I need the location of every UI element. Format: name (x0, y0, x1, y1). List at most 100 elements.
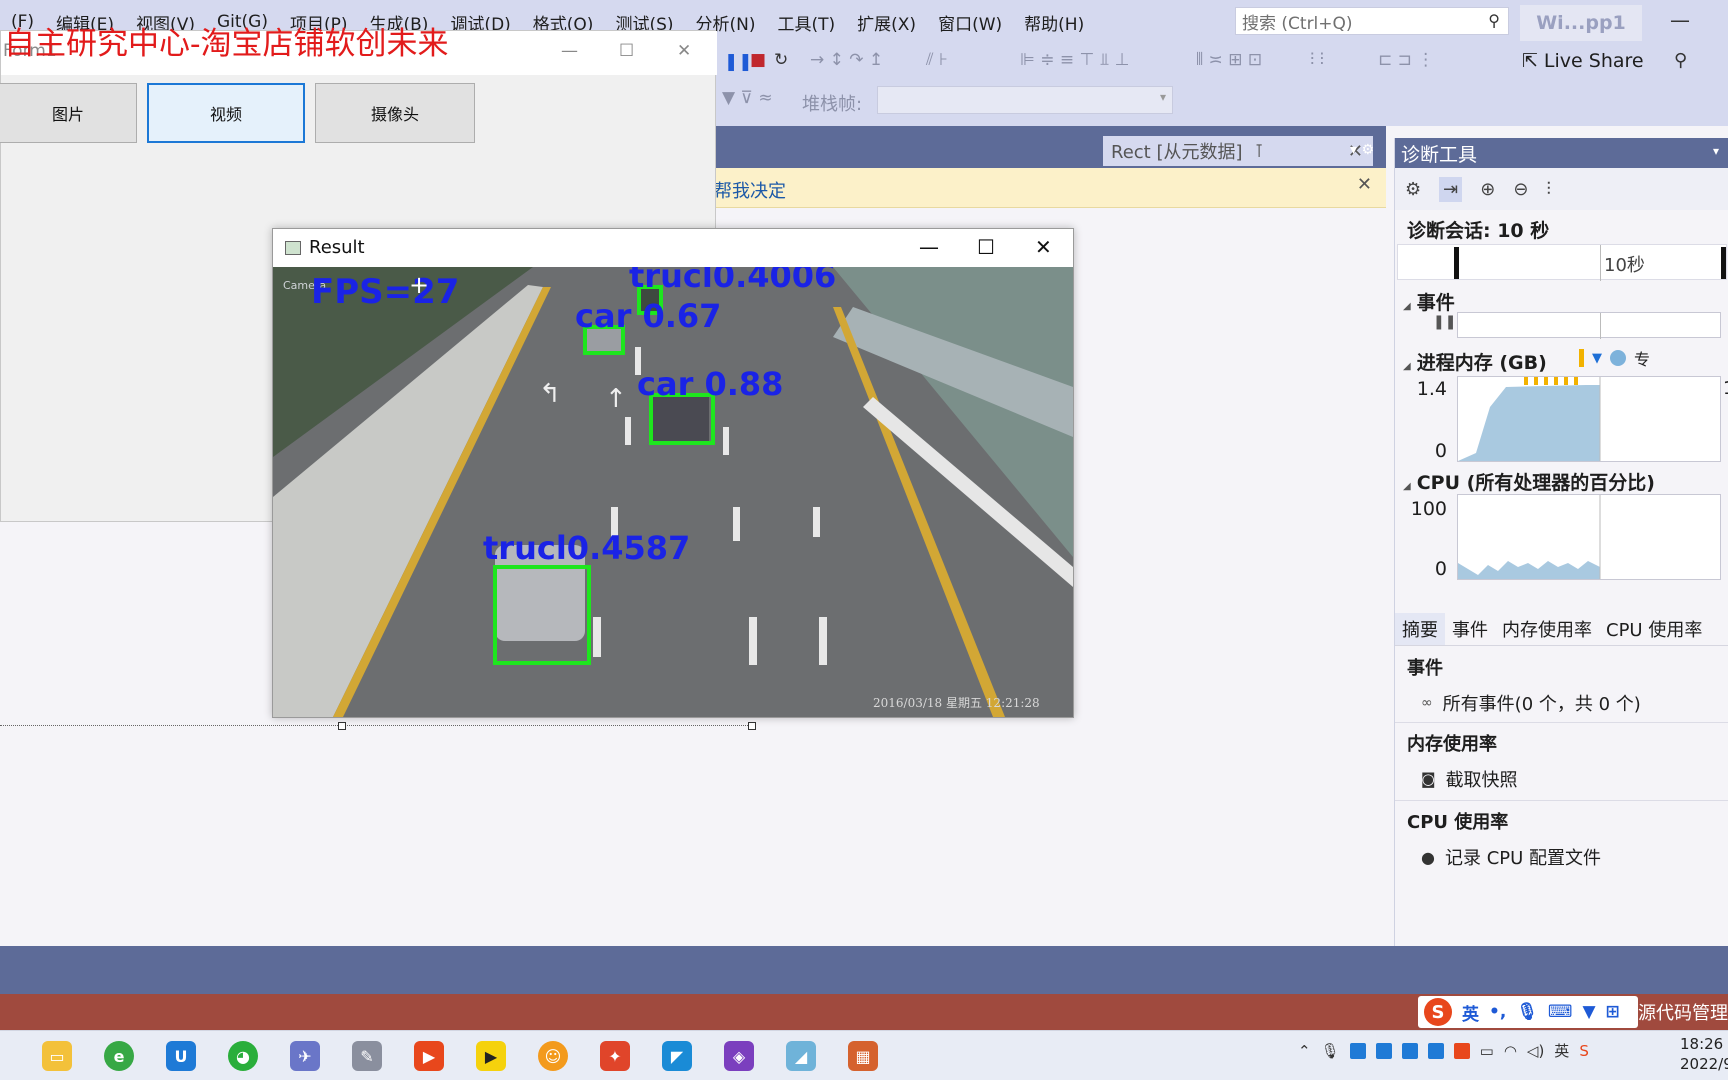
close-icon[interactable]: ✕ (1035, 235, 1052, 259)
tab-summary[interactable]: 摘要 (1395, 612, 1445, 645)
camera-button[interactable]: 摄像头 (315, 83, 475, 143)
take-snapshot-button[interactable]: ◙ 截取快照 (1421, 766, 1518, 792)
info-bar: 帮我决定 ✕ (714, 168, 1386, 208)
mic-tray-icon[interactable]: 🎙︎ (1321, 1042, 1340, 1060)
camera-icon: ◙ (1421, 770, 1436, 788)
tray-app-icon[interactable] (1375, 1042, 1392, 1059)
wechat-icon[interactable]: ◕ (228, 1041, 258, 1071)
keyboard-icon[interactable]: ⌨ (1548, 1002, 1573, 1022)
timeline-start-marker[interactable] (1454, 247, 1459, 279)
step-next-icon[interactable]: → ↕ ↷ ↥ (810, 50, 883, 70)
vs-minimize-icon[interactable]: — (1670, 8, 1690, 32)
tab-overflow-icon[interactable]: ▾ ⚙ (1350, 142, 1374, 158)
browser-icon[interactable]: e (104, 1041, 134, 1071)
hex-icon[interactable]: ⫽ ⊦ (926, 50, 948, 70)
align-icons[interactable]: ⊫ ≑ ≡ ⊤ ⫫ ⊥ (1020, 50, 1130, 70)
filter-icons[interactable]: ▼ ⊽ ≈ (722, 88, 773, 108)
live-share-button[interactable]: ⇱ Live Share (1522, 50, 1644, 72)
divider (1395, 800, 1728, 801)
record-cpu-profile-button[interactable]: ● 记录 CPU 配置文件 (1421, 844, 1601, 870)
maximize-icon[interactable]: ☐ (619, 41, 634, 61)
detection-label: trucl0.4006 (629, 267, 836, 295)
avatar-app-icon[interactable]: ☺ (538, 1041, 568, 1071)
punctuation-icon[interactable]: •, (1489, 1002, 1506, 1022)
dingtalk-icon[interactable]: ◤ (662, 1041, 692, 1071)
resize-handle[interactable] (748, 722, 756, 730)
restart-icon[interactable]: ↻ (774, 50, 788, 70)
player-icon[interactable]: ▶ (476, 1041, 506, 1071)
stop-icon[interactable]: ■ (750, 50, 766, 70)
tray-app-icon[interactable] (1427, 1042, 1444, 1059)
select-tools-icon[interactable]: ⇥ (1439, 176, 1463, 202)
search-input[interactable]: 搜索 (Ctrl+Q) ⚲ (1235, 7, 1509, 35)
tab-memory-usage[interactable]: 内存使用率 (1495, 613, 1599, 645)
battery-icon[interactable]: ▭ (1480, 1042, 1494, 1060)
file-explorer-icon[interactable]: ▭ (42, 1041, 72, 1071)
section-memory[interactable]: 进程内存 (GB) (1403, 348, 1547, 375)
memory-legend: ▼ 专 (1579, 346, 1650, 370)
menu-extensions[interactable]: 扩展(X) (846, 10, 927, 35)
center-icons[interactable]: ⫶ ⫶ (1310, 50, 1324, 70)
pause-icon[interactable]: ❚❚ (724, 52, 753, 72)
infobar-close-icon[interactable]: ✕ (1357, 174, 1372, 195)
mic-icon[interactable]: 🎙︎ (1516, 1002, 1538, 1022)
sogou-tray-icon[interactable]: S (1579, 1042, 1589, 1060)
notepad-icon[interactable]: ✎ (352, 1041, 382, 1071)
tool-app-icon[interactable]: ◢ (786, 1041, 816, 1071)
zoom-out-icon[interactable]: ⊖ (1513, 179, 1528, 200)
tab-events[interactable]: 事件 (1445, 613, 1495, 645)
visual-studio-icon[interactable]: ◈ (724, 1041, 754, 1071)
result-window: Result — ☐ ✕ ↰ ↑ trucl0.4006 car 0.67 ca… (272, 228, 1074, 718)
section-events[interactable]: 事件 (1403, 288, 1455, 315)
all-events-item[interactable]: ∞ 所有事件(0 个，共 0 个) (1421, 690, 1641, 716)
gear-icon[interactable]: ⚙ (1405, 179, 1421, 200)
feedback-icon[interactable]: ⚲ (1674, 50, 1687, 71)
menu-window[interactable]: 窗口(W) (927, 10, 1013, 35)
timeline-end-marker[interactable] (1721, 247, 1726, 279)
ime-toolbar[interactable]: S 英 •, 🎙︎ ⌨ ▼ ⊞ (1418, 996, 1638, 1028)
spacing-icons[interactable]: ⫴ ≍ ⊞ ⊡ (1196, 50, 1262, 70)
chevron-down-icon[interactable]: ▾ (1713, 144, 1719, 158)
skin-icon[interactable]: ▼ (1582, 1002, 1595, 1022)
pin-icon[interactable]: ⊺ (1255, 141, 1264, 162)
memory-chart (1457, 376, 1721, 462)
wifi-icon[interactable]: ◠ (1504, 1042, 1517, 1060)
taskbar-clock[interactable]: 18:26 2022/9 (1680, 1034, 1728, 1074)
volume-icon[interactable]: ◁) (1527, 1042, 1544, 1060)
gc-markers (1524, 377, 1578, 385)
reset-view-icon[interactable]: ⫶ (1546, 179, 1551, 200)
chevron-up-icon[interactable]: ⌃ (1298, 1042, 1311, 1060)
tray-app-icon[interactable] (1401, 1042, 1418, 1059)
stack-frame-select[interactable]: ▾ (877, 86, 1173, 114)
tab-rect-metadata[interactable]: Rect [从元数据] ⊺ ✕ (1103, 136, 1373, 166)
resize-handle[interactable] (338, 722, 346, 730)
section-cpu[interactable]: CPU (所有处理器的百分比) (1403, 468, 1655, 495)
minimize-icon[interactable]: — (561, 41, 578, 61)
zoom-in-icon[interactable]: ⊕ (1480, 179, 1495, 200)
mail-app-icon[interactable]: U (166, 1041, 196, 1071)
result-app-icon[interactable]: ▦ (838, 1031, 888, 1080)
result-title-bar[interactable]: Result — ☐ ✕ (273, 229, 1073, 267)
tray-lang[interactable]: 英 (1554, 1040, 1569, 1061)
tray-app-icon[interactable] (1453, 1042, 1470, 1059)
diag-timeline[interactable]: 10秒 (1397, 244, 1727, 281)
toolbox-icon[interactable]: ⊞ (1606, 1002, 1620, 1022)
maximize-icon[interactable]: ☐ (977, 235, 995, 259)
source-control-button[interactable]: 源代码管理 (1638, 999, 1728, 1025)
video-button[interactable]: 视频 (147, 83, 305, 143)
git-app-icon[interactable]: ✦ (600, 1041, 630, 1071)
solution-name-badge[interactable]: Wi...pp1 (1520, 5, 1642, 41)
app-icon[interactable]: ▶ (414, 1041, 444, 1071)
pause-icon[interactable]: ❚❚ (1433, 314, 1456, 330)
menu-tools[interactable]: 工具(T) (767, 10, 847, 35)
tab-cpu-usage[interactable]: CPU 使用率 (1599, 613, 1709, 645)
divider (1395, 722, 1728, 723)
feishu-icon[interactable]: ✈ (290, 1041, 320, 1071)
menu-help[interactable]: 帮助(H) (1013, 10, 1095, 35)
infobar-link[interactable]: 帮我决定 (714, 177, 786, 203)
image-button[interactable]: 图片 (0, 83, 137, 143)
order-icons[interactable]: ⊏ ⊐ ⋮ (1378, 50, 1434, 70)
close-icon[interactable]: ✕ (677, 41, 691, 61)
tray-app-icon[interactable] (1349, 1042, 1366, 1059)
minimize-icon[interactable]: — (919, 235, 939, 259)
